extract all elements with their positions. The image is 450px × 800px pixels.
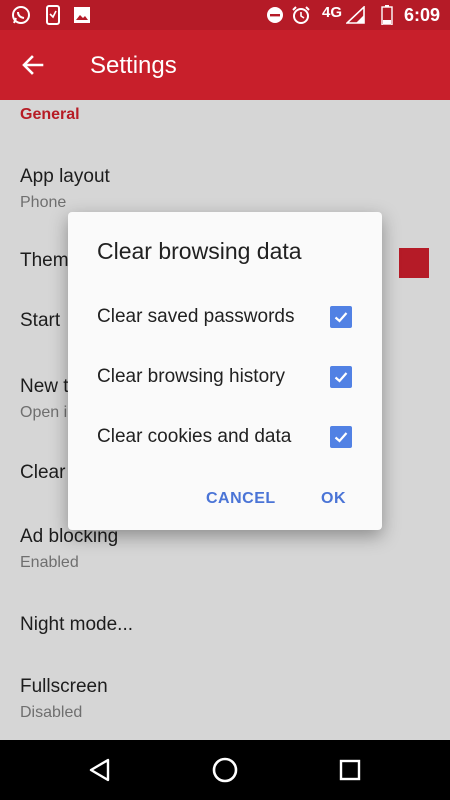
option-label: Clear browsing history <box>97 366 285 387</box>
app-bar: Settings <box>0 30 450 100</box>
pref-title: New t <box>20 376 69 397</box>
network-type: 4G <box>322 4 343 21</box>
cancel-button[interactable]: CANCEL <box>206 490 276 508</box>
section-header-general: General <box>20 106 80 123</box>
pref-title: App layout <box>20 166 110 187</box>
option-clear-saved-passwords[interactable]: Clear saved passwords <box>68 296 382 340</box>
whatsapp-icon <box>10 6 32 24</box>
pref-summary: Open i <box>20 404 68 421</box>
page-title: Settings <box>90 52 177 79</box>
pref-title: Clear <box>20 462 66 483</box>
status-bar: 4G 6:09 <box>0 0 450 30</box>
ok-button[interactable]: OK <box>321 490 346 508</box>
pref-summary: Phone <box>20 194 67 211</box>
pref-title: Night mode... <box>20 614 133 635</box>
do-not-disturb-icon <box>265 6 285 24</box>
alarm-icon <box>291 6 311 24</box>
pref-fullscreen[interactable]: Fullscreen Disabled <box>0 672 450 734</box>
pref-title: Start <box>20 310 61 331</box>
option-label: Clear cookies and data <box>97 426 292 447</box>
back-triangle-icon[interactable] <box>84 754 116 786</box>
home-circle-icon[interactable] <box>209 754 241 786</box>
theme-color-swatch <box>399 248 429 278</box>
dialog-title: Clear browsing data <box>97 238 302 264</box>
status-time: 6:09 <box>403 5 440 25</box>
battery-icon <box>380 5 394 25</box>
pref-summary: Enabled <box>20 554 79 571</box>
option-clear-browsing-history[interactable]: Clear browsing history <box>68 356 382 400</box>
signal-icon <box>346 6 366 24</box>
clear-browsing-data-dialog: Clear browsing data Clear saved password… <box>68 212 382 530</box>
option-clear-cookies-and-data[interactable]: Clear cookies and data <box>68 416 382 460</box>
checkbox-checked-icon[interactable] <box>330 426 352 448</box>
navigation-bar <box>0 740 450 800</box>
option-label: Clear saved passwords <box>97 306 295 327</box>
pref-title: Fullscreen <box>20 676 108 697</box>
pref-summary: Disabled <box>20 704 83 721</box>
pref-title: Them <box>20 250 69 271</box>
pref-ad-blocking[interactable]: Ad blocking Enabled <box>0 522 450 584</box>
screenshot-phone-icon <box>44 5 62 25</box>
checkbox-checked-icon[interactable] <box>330 306 352 328</box>
arrow-left-icon[interactable] <box>20 52 46 78</box>
checkbox-checked-icon[interactable] <box>330 366 352 388</box>
recents-square-icon[interactable] <box>334 754 366 786</box>
pref-night-mode[interactable]: Night mode... <box>0 610 450 672</box>
image-icon <box>72 6 92 24</box>
